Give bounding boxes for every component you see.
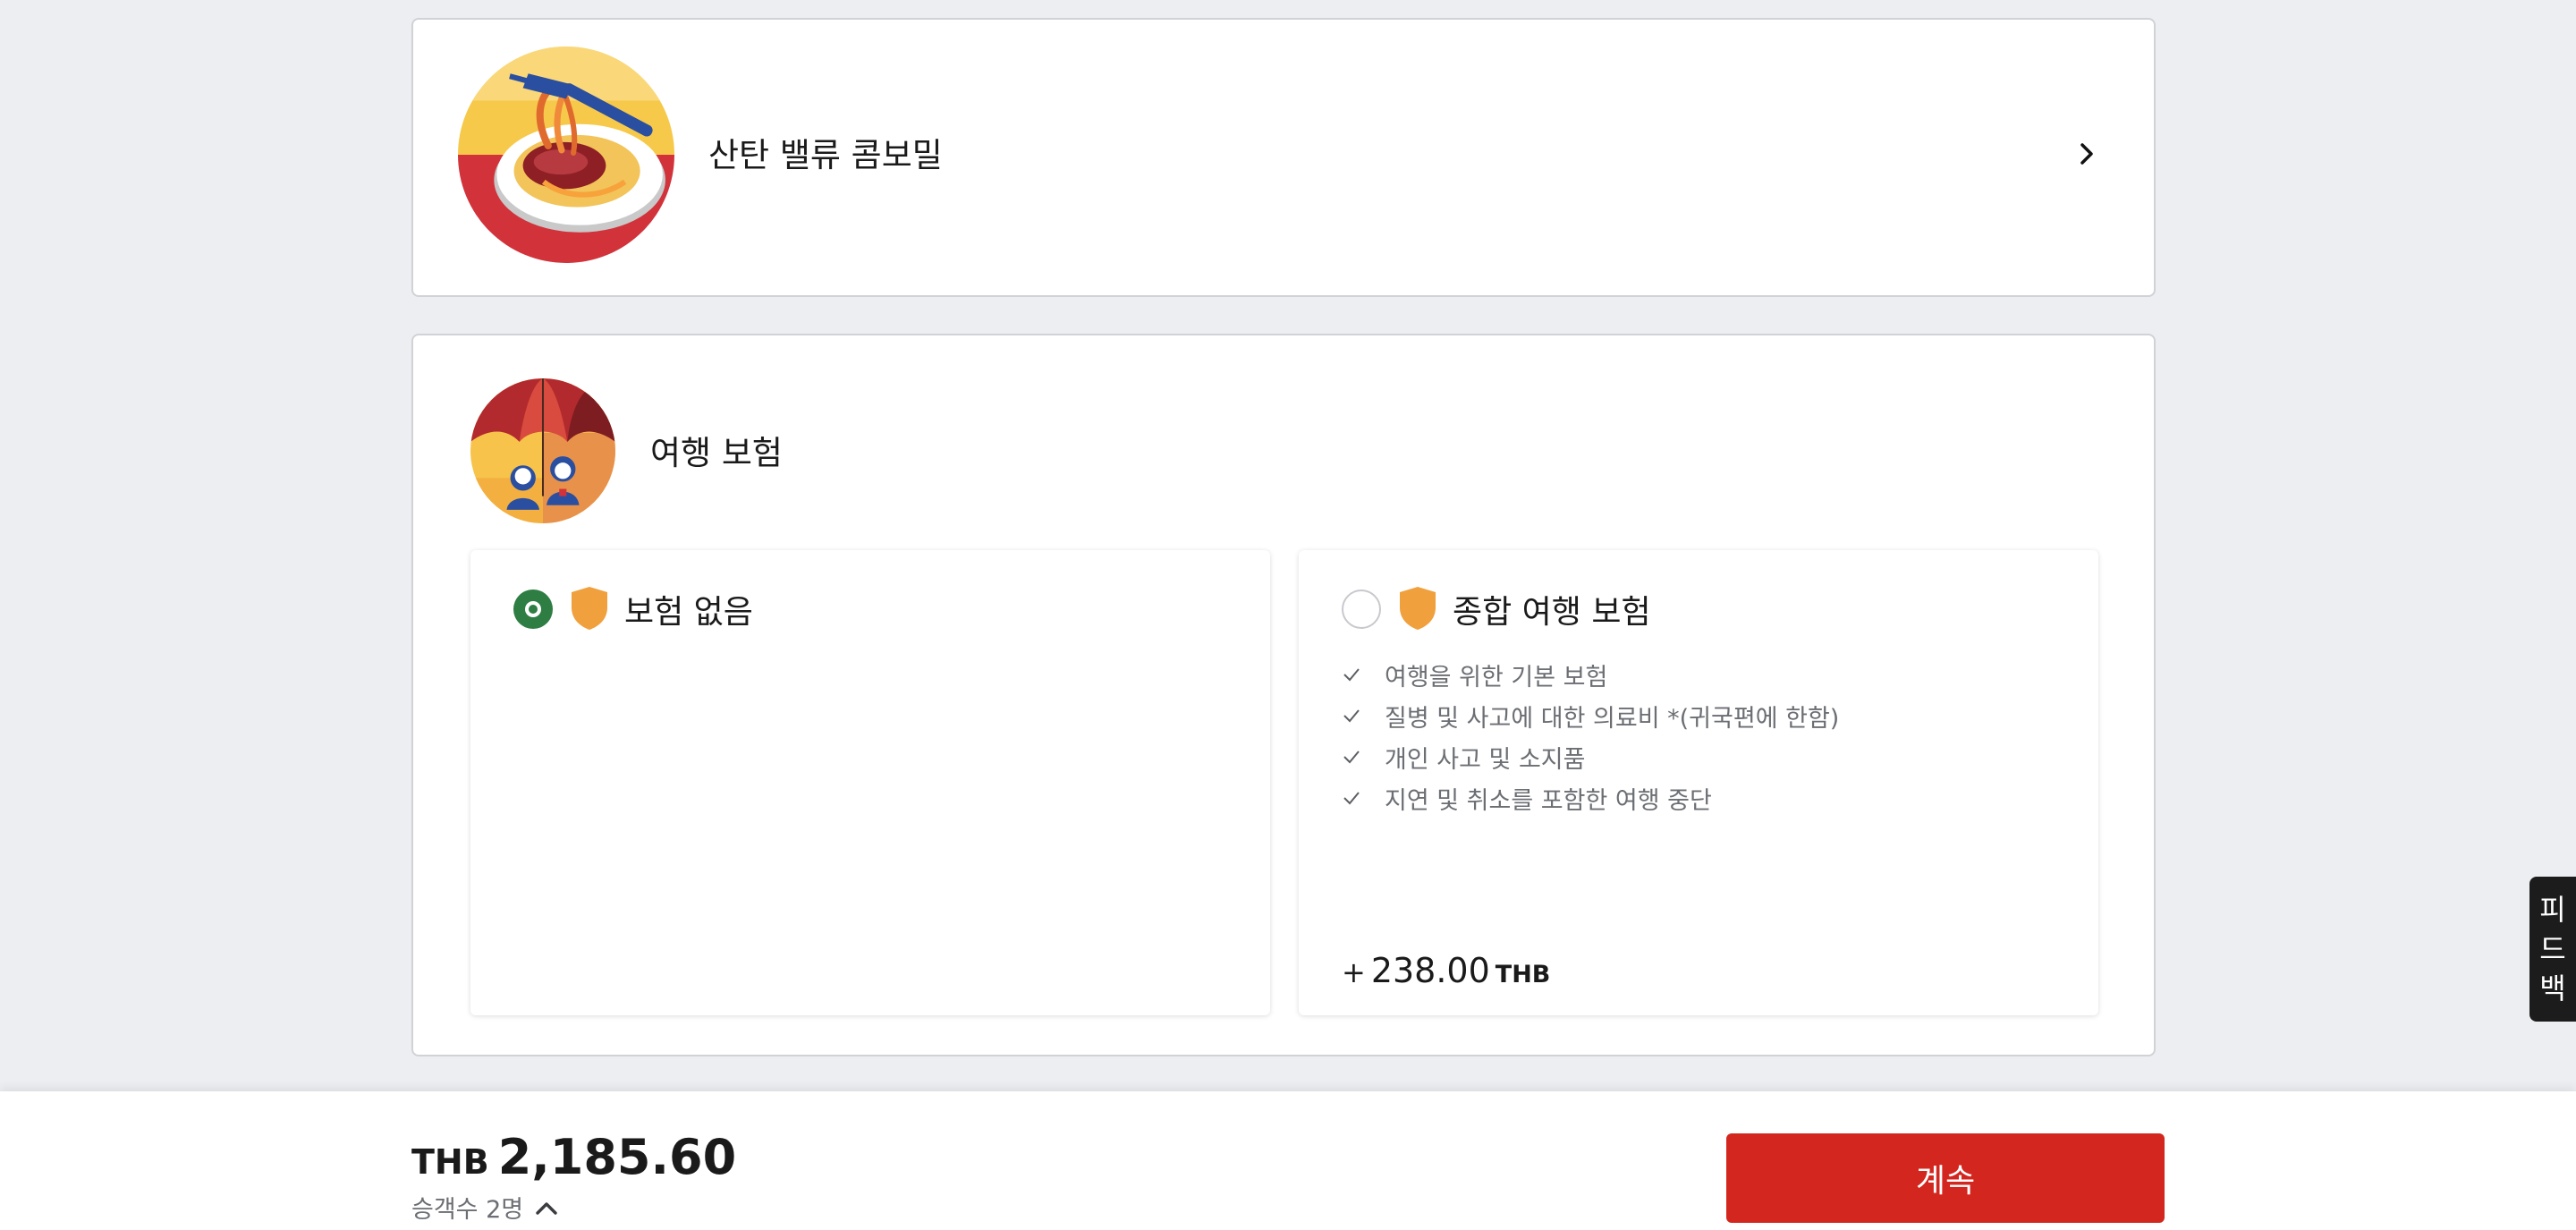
- benefit-text: 질병 및 사고에 대한 의료비 *(귀국편에 한함): [1385, 704, 1840, 733]
- passenger-count-label: 승객수 2명: [411, 1196, 524, 1224]
- pasta-meal-icon: [458, 47, 674, 263]
- no-insurance-option[interactable]: 보험 없음: [470, 550, 1270, 1015]
- no-insurance-label: 보험 없음: [624, 594, 753, 631]
- chevron-right-icon[interactable]: [2073, 140, 2100, 167]
- insurance-price: +238.00 THB: [1342, 951, 1550, 990]
- check-icon: [1343, 792, 1360, 805]
- benefit-item: 질병 및 사고에 대한 의료비 *(귀국편에 한함): [1342, 695, 1839, 736]
- benefit-item: 여행을 위한 기본 보험: [1342, 654, 1839, 695]
- total-amount: 2,185.60: [497, 1129, 737, 1185]
- feedback-char: 드: [2539, 932, 2566, 966]
- umbrella-travelers-icon: [470, 378, 615, 523]
- total-currency: THB: [411, 1142, 489, 1182]
- feedback-char: 백: [2539, 971, 2566, 1005]
- meal-combo-card[interactable]: 산탄 밸류 콤보밀: [411, 18, 2156, 297]
- passenger-count-toggle[interactable]: 승객수 2명: [411, 1190, 559, 1225]
- travel-insurance-card: 여행 보험 보험 없음 종합 여행 보험 여행을 위한 기본 보험 질병 및 사…: [411, 334, 2156, 1056]
- total-price: THB 2,185.60: [411, 1129, 736, 1185]
- page: 산탄 밸류 콤보밀 여행 보험 보험 없음 종합 여행 보험 여행을 위한 기본…: [0, 0, 2576, 1230]
- comprehensive-insurance-label: 종합 여행 보험: [1453, 594, 1651, 631]
- booking-summary-bar: THB 2,185.60 승객수 2명 계속: [0, 1091, 2576, 1230]
- check-icon: [1343, 751, 1360, 764]
- price-currency: THB: [1495, 961, 1551, 988]
- feedback-tab[interactable]: 피 드 백: [2529, 877, 2576, 1022]
- comprehensive-insurance-option[interactable]: 종합 여행 보험 여행을 위한 기본 보험 질병 및 사고에 대한 의료비 *(…: [1299, 550, 2098, 1015]
- benefit-list: 여행을 위한 기본 보험 질병 및 사고에 대한 의료비 *(귀국편에 한함) …: [1342, 654, 1839, 819]
- benefit-text: 개인 사고 및 소지품: [1385, 745, 1586, 774]
- benefit-text: 여행을 위한 기본 보험: [1385, 663, 1608, 691]
- benefit-item: 개인 사고 및 소지품: [1342, 736, 1839, 777]
- benefit-item: 지연 및 취소를 포함한 여행 중단: [1342, 777, 1839, 819]
- check-icon: [1343, 709, 1360, 723]
- comprehensive-insurance-radio[interactable]: [1342, 590, 1381, 629]
- shield-icon: [572, 587, 607, 630]
- travel-insurance-title: 여행 보험: [650, 434, 783, 472]
- feedback-char: 피: [2539, 893, 2566, 927]
- price-prefix: +: [1342, 955, 1366, 989]
- shield-icon: [1400, 587, 1436, 630]
- check-icon: [1343, 668, 1360, 682]
- price-amount: 238.00: [1370, 951, 1490, 990]
- continue-button[interactable]: 계속: [1726, 1133, 2165, 1223]
- meal-combo-title: 산탄 밸류 콤보밀: [708, 136, 943, 174]
- no-insurance-radio[interactable]: [513, 590, 553, 629]
- chevron-up-icon: [536, 1201, 557, 1215]
- benefit-text: 지연 및 취소를 포함한 여행 중단: [1385, 786, 1712, 815]
